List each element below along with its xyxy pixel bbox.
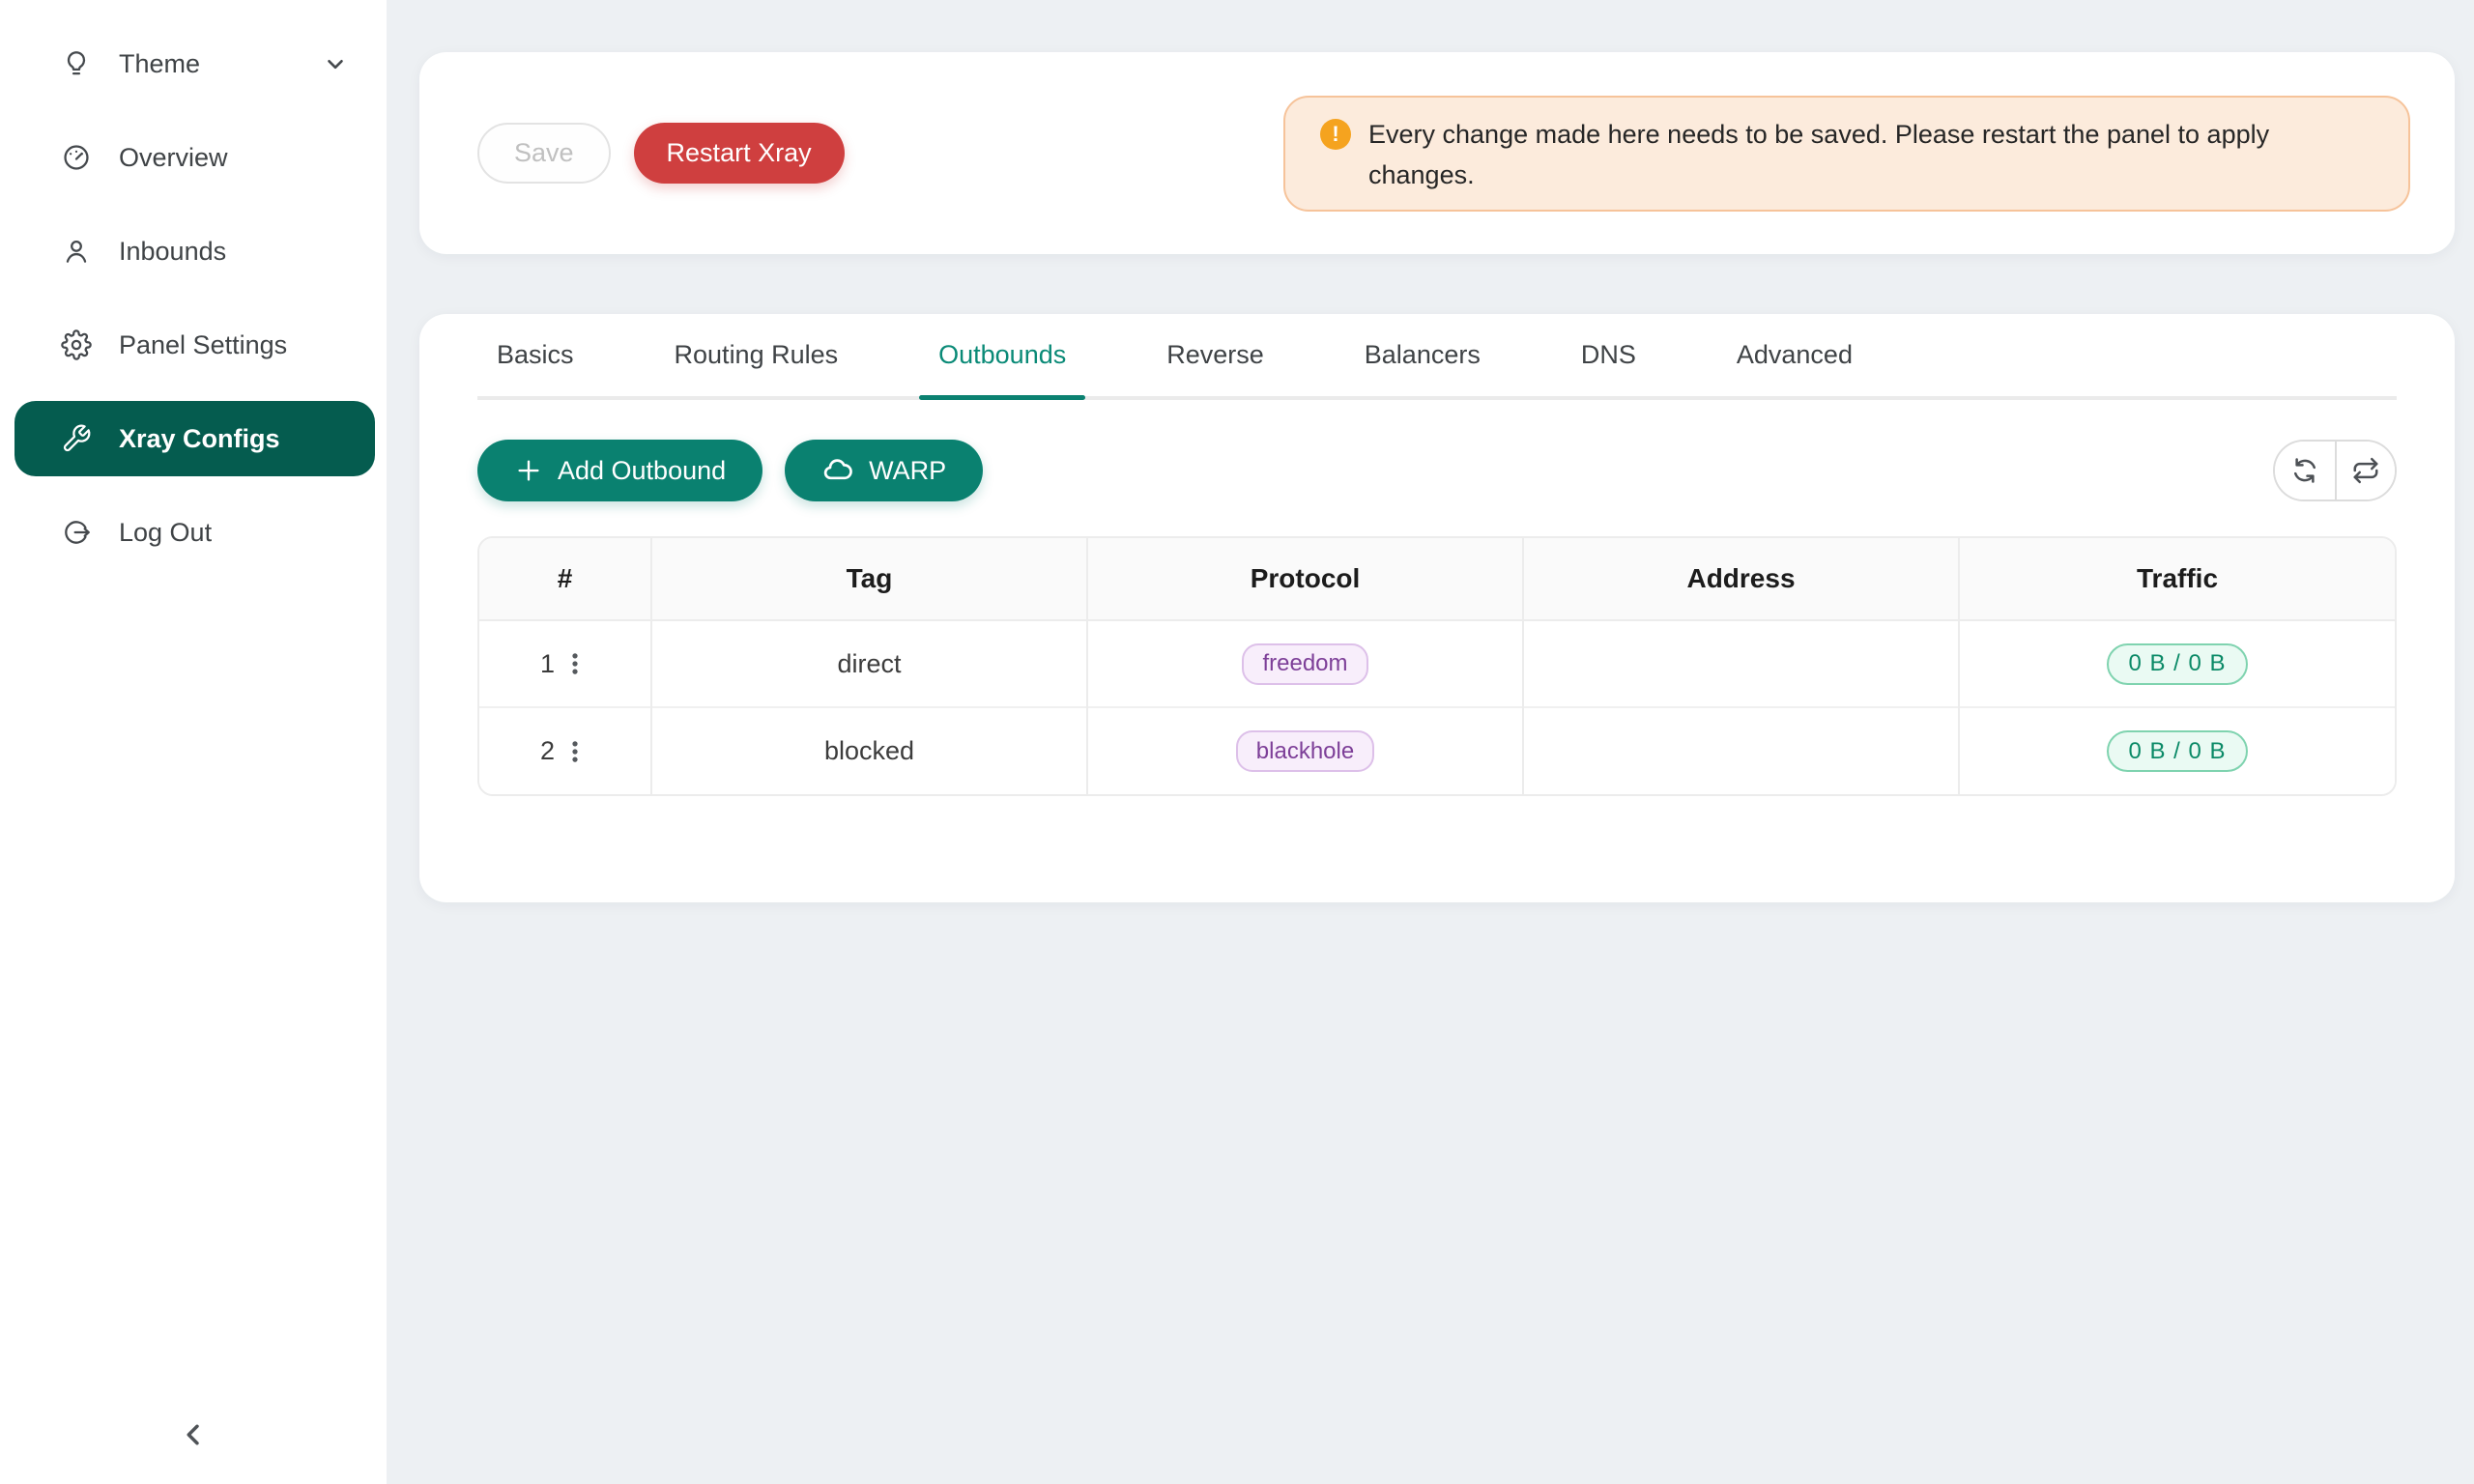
wrench-icon [61, 423, 92, 454]
tab-outbounds[interactable]: Outbounds [919, 314, 1085, 396]
traffic-badge: 0 B / 0 B [2107, 643, 2247, 685]
main-content: Save Restart Xray ! Every change made he… [387, 0, 2474, 1484]
xray-configs-card: Basics Routing Rules Outbounds Reverse B… [419, 314, 2455, 902]
tag-cell: blocked [651, 707, 1087, 794]
table-row: 2 blocked blackhole 0 B / 0 B [479, 707, 2395, 794]
tab-dns[interactable]: DNS [1562, 314, 1655, 396]
sidebar-item-log-out[interactable]: Log Out [14, 495, 375, 570]
sidebar-item-xray-configs[interactable]: Xray Configs [14, 401, 375, 476]
column-header-tag: Tag [651, 538, 1087, 620]
tab-reverse[interactable]: Reverse [1147, 314, 1283, 396]
restart-warning-alert: ! Every change made here needs to be sav… [1283, 96, 2410, 212]
sidebar-nav: Theme Overview Inbounds [0, 0, 387, 570]
sidebar-item-label: Inbounds [119, 237, 226, 267]
save-button[interactable]: Save [477, 123, 611, 184]
kebab-menu-icon[interactable] [561, 737, 590, 766]
tab-basics[interactable]: Basics [477, 314, 593, 396]
table-header-row: # Tag Protocol Address Traffic [479, 538, 2395, 620]
tag-cell: direct [651, 620, 1087, 707]
restart-xray-button[interactable]: Restart Xray [634, 123, 845, 184]
row-index: 2 [540, 736, 555, 766]
address-cell [1523, 707, 1959, 794]
sidebar-item-label: Panel Settings [119, 330, 287, 360]
warning-icon: ! [1320, 119, 1351, 150]
gear-icon [61, 329, 92, 360]
kebab-menu-icon[interactable] [561, 649, 590, 678]
logout-icon [61, 517, 92, 548]
chevron-down-icon [323, 51, 348, 76]
sidebar-item-overview[interactable]: Overview [14, 120, 375, 195]
refresh-button[interactable] [2275, 442, 2335, 499]
protocol-badge: blackhole [1236, 730, 1374, 772]
repeat-icon [2351, 456, 2380, 485]
sidebar-item-label: Log Out [119, 518, 212, 548]
refresh-icon [2290, 456, 2319, 485]
chevron-left-icon [175, 1416, 212, 1456]
sidebar: Theme Overview Inbounds [0, 0, 387, 1484]
lightbulb-icon [61, 48, 92, 79]
column-header-protocol: Protocol [1087, 538, 1523, 620]
sidebar-item-label: Xray Configs [119, 424, 280, 454]
plus-icon [514, 456, 543, 485]
warp-button[interactable]: WARP [785, 440, 983, 501]
sidebar-collapse-button[interactable] [153, 1407, 234, 1465]
sidebar-item-label: Theme [119, 49, 200, 79]
sidebar-item-inbounds[interactable]: Inbounds [14, 214, 375, 289]
add-outbound-label: Add Outbound [558, 456, 726, 486]
app-window: Theme Overview Inbounds [0, 0, 2474, 1484]
sidebar-item-label: Overview [119, 143, 228, 173]
tab-routing-rules[interactable]: Routing Rules [655, 314, 858, 396]
column-header-traffic: Traffic [1959, 538, 2395, 620]
table-row: 1 direct freedom 0 B / 0 B [479, 620, 2395, 707]
outbounds-table: # Tag Protocol Address Traffic 1 [477, 536, 2397, 796]
warp-label: WARP [869, 456, 946, 486]
address-cell [1523, 620, 1959, 707]
repeat-button[interactable] [2335, 442, 2395, 499]
add-outbound-button[interactable]: Add Outbound [477, 440, 762, 501]
cloud-icon [821, 454, 854, 487]
column-header-index: # [479, 538, 651, 620]
protocol-badge: freedom [1242, 643, 1367, 685]
actions-row: Add Outbound WARP [477, 440, 2397, 501]
alert-text: Every change made here needs to be saved… [1368, 114, 2345, 195]
tabs-bar: Basics Routing Rules Outbounds Reverse B… [477, 314, 2397, 400]
traffic-badge: 0 B / 0 B [2107, 730, 2247, 772]
tab-advanced[interactable]: Advanced [1717, 314, 1872, 396]
sidebar-item-theme[interactable]: Theme [14, 26, 375, 101]
dashboard-icon [61, 142, 92, 173]
sidebar-item-panel-settings[interactable]: Panel Settings [14, 307, 375, 383]
user-icon [61, 236, 92, 267]
column-header-address: Address [1523, 538, 1959, 620]
toolbar-card: Save Restart Xray ! Every change made he… [419, 52, 2455, 254]
row-index: 1 [540, 649, 555, 679]
table-tools-group [2273, 440, 2397, 501]
tab-balancers[interactable]: Balancers [1345, 314, 1500, 396]
